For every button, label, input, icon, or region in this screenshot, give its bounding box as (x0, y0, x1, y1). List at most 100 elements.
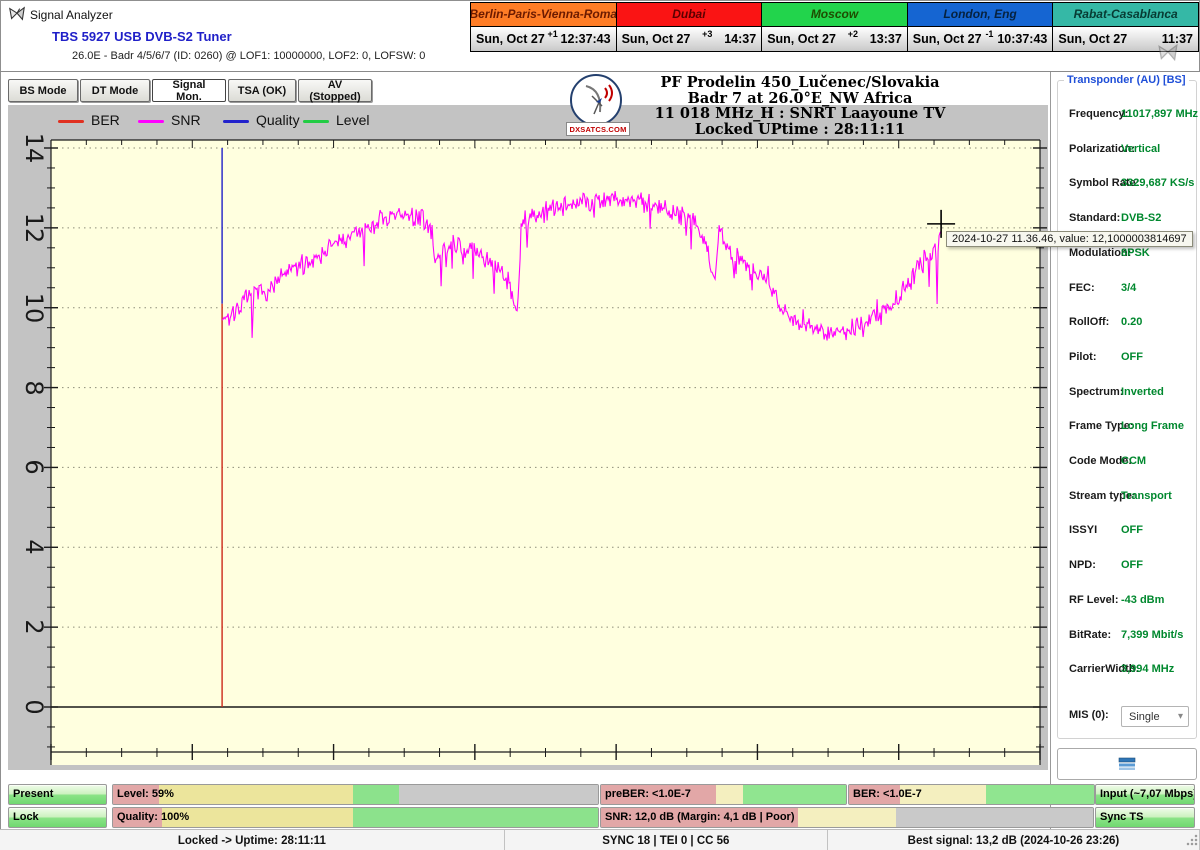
clock-hms: 13:37 (870, 32, 902, 46)
signal-plot-area[interactable] (8, 105, 1048, 770)
clock-time-cell: Sun, Oct 27+112:37:43 (471, 27, 616, 51)
statusbar-cell: Locked -> Uptime: 28:11:11 (0, 830, 505, 850)
clock-time-cell: Sun, Oct 27+314:37 (617, 27, 762, 51)
meter-segment (716, 785, 743, 804)
mis-label: MIS (0): (1069, 709, 1109, 721)
meter-label: BER: <1.0E-7 (853, 785, 922, 804)
transponder-group-title: Transponder (AU) [BS] (1064, 74, 1189, 86)
stacked-bars-icon (1118, 757, 1136, 771)
clock-column: MoscowSun, Oct 27+213:37 (762, 3, 908, 51)
transponder-field-label: BitRate: (1069, 629, 1111, 641)
status-bar: Locked -> Uptime: 28:11:11SYNC 18 | TEI … (0, 829, 1200, 850)
meter-label: Quality: 100% (117, 808, 189, 827)
meter-label: Input (~7,07 Mbps) (1100, 785, 1195, 804)
meter-label: Level: 59% (117, 785, 174, 804)
tab-av-stopped-[interactable]: AV (Stopped) (298, 79, 372, 102)
clock-utc-offset: +1 (545, 29, 561, 39)
meter-segment (743, 785, 846, 804)
meter-segment (896, 808, 1093, 827)
mis-dropdown[interactable]: Single ▾ (1121, 706, 1189, 727)
tuner-name: TBS 5927 USB DVB-S2 Tuner (52, 29, 232, 44)
transponder-field-value: -43 dBm (1121, 594, 1164, 606)
clock-time-cell: Sun, Oct 27-110:37:43 (908, 27, 1053, 51)
mis-value: Single (1129, 711, 1160, 723)
meter-label: Present (13, 785, 53, 804)
tab-bs-mode[interactable]: BS Mode (8, 79, 78, 102)
transponder-field-value: OFF (1121, 351, 1143, 363)
transponder-field-value: CCM (1121, 455, 1146, 467)
transponder-field-label: Spectrum: (1069, 386, 1123, 398)
clock-city-header: Rabat-Casablanca (1053, 3, 1198, 27)
transponder-field-label: ISSYI (1069, 524, 1097, 536)
clock-column: Berlin-Paris-Vienna-RomaSun, Oct 27+112:… (471, 3, 617, 51)
meter-lock: Lock (8, 807, 107, 828)
meter-segment (399, 785, 598, 804)
clock-date: Sun, Oct 27 (1058, 32, 1127, 46)
transponder-field-value: DVB-S2 (1121, 212, 1161, 224)
transponder-field-label: RollOff: (1069, 316, 1109, 328)
cursor-tooltip: 2024-10-27 11.36.46, value: 12,100000381… (946, 231, 1193, 247)
clock-date: Sun, Oct 27 (913, 32, 982, 46)
meter-level: Level: 59% (112, 784, 599, 805)
transponder-field-value: Transport (1121, 490, 1172, 502)
meter-sync-ts: Sync TS (1095, 807, 1195, 828)
dxsatcs-logo (570, 74, 622, 126)
transponder-field-value: Long Frame (1121, 420, 1184, 432)
clock-city-header: Dubai (617, 3, 762, 27)
statusbar-cell: Best signal: 13,2 dB (2024-10-26 23:26) (828, 830, 1200, 850)
transponder-group-box: Transponder (AU) [BS] Frequency:11017,89… (1057, 80, 1197, 739)
chart-header: PF Prodelin 450_Lučenec/Slovakia Badr 7 … (565, 75, 1035, 137)
clock-city-header: Berlin-Paris-Vienna-Roma (471, 3, 616, 27)
meter-present: Present (8, 784, 107, 805)
layout-button[interactable] (1057, 748, 1197, 780)
chart-header-line1: PF Prodelin 450_Lučenec/Slovakia (565, 75, 1035, 91)
clock-column: DubaiSun, Oct 27+314:37 (617, 3, 763, 51)
chart-header-line2: Badr 7 at 26.0°E_NW Africa (565, 91, 1035, 107)
transponder-panel: Transponder (AU) [BS] Frequency:11017,89… (1052, 72, 1200, 829)
clock-city-header: Moscow (762, 3, 907, 27)
world-clocks: Berlin-Paris-Vienna-RomaSun, Oct 27+112:… (470, 2, 1199, 52)
meter-segment (162, 808, 354, 827)
transponder-field-label: Standard: (1069, 212, 1120, 224)
transponder-field-label: NPD: (1069, 559, 1096, 571)
clock-date: Sun, Oct 27 (476, 32, 545, 46)
statusbar-cell: SYNC 18 | TEI 0 | CC 56 (505, 830, 828, 850)
tab-signal-mon-[interactable]: Signal Mon. (152, 79, 226, 102)
meter-segment (159, 785, 353, 804)
transponder-field-value: Vertical (1121, 143, 1160, 155)
tab-dt-mode[interactable]: DT Mode (80, 79, 150, 102)
meter-input-7-07-mbps-: Input (~7,07 Mbps) (1095, 784, 1195, 805)
chart-panel: BERSNRQualityLevel 02468101214 (8, 105, 1048, 770)
clock-date: Sun, Oct 27 (622, 32, 691, 46)
clock-time-cell: Sun, Oct 27+213:37 (762, 27, 907, 51)
clock-utc-offset: +3 (690, 29, 724, 39)
chart-header-line3: 11 018 MHz_H : SNRT Laayoune TV (565, 106, 1035, 122)
header-separator (0, 71, 1200, 72)
transponder-field-value: OFF (1121, 524, 1143, 536)
panel-separator (1050, 72, 1051, 829)
chart-header-line4: Locked UPtime : 28:11:11 (565, 122, 1035, 138)
chevron-down-icon: ▾ (1178, 711, 1183, 722)
tab-tsa-ok-[interactable]: TSA (OK) (228, 79, 296, 102)
satellite-watermark-icon (1156, 42, 1180, 64)
clock-utc-offset: -1 (982, 29, 998, 39)
app-satellite-icon (8, 5, 26, 23)
meter-segment (353, 808, 598, 827)
tuner-info: 26.0E - Badr 4/5/6/7 (ID: 0260) @ LOF1: … (72, 50, 425, 62)
transponder-field-value: 0.20 (1121, 316, 1142, 328)
meter-quality: Quality: 100% (112, 807, 599, 828)
clock-utc-offset: +2 (836, 29, 870, 39)
transponder-field-label: Pilot: (1069, 351, 1097, 363)
meter-preber: preBER: <1.0E-7 (600, 784, 847, 805)
transponder-field-value: 8PSK (1121, 247, 1150, 259)
clock-city-header: London, Eng (908, 3, 1053, 27)
transponder-field-value: Inverted (1121, 386, 1164, 398)
clock-hms: 12:37:43 (561, 32, 611, 46)
transponder-field-label: RF Level: (1069, 594, 1119, 606)
transponder-field-label: FEC: (1069, 282, 1095, 294)
window-title: Signal Analyzer (30, 8, 113, 22)
transponder-field-value: 3,994 MHz (1121, 663, 1174, 675)
resize-grip[interactable] (1185, 833, 1198, 846)
meter-label: Sync TS (1100, 808, 1143, 827)
meter-label: SNR: 12,0 dB (Margin: 4,1 dB | Poor) (605, 808, 795, 827)
